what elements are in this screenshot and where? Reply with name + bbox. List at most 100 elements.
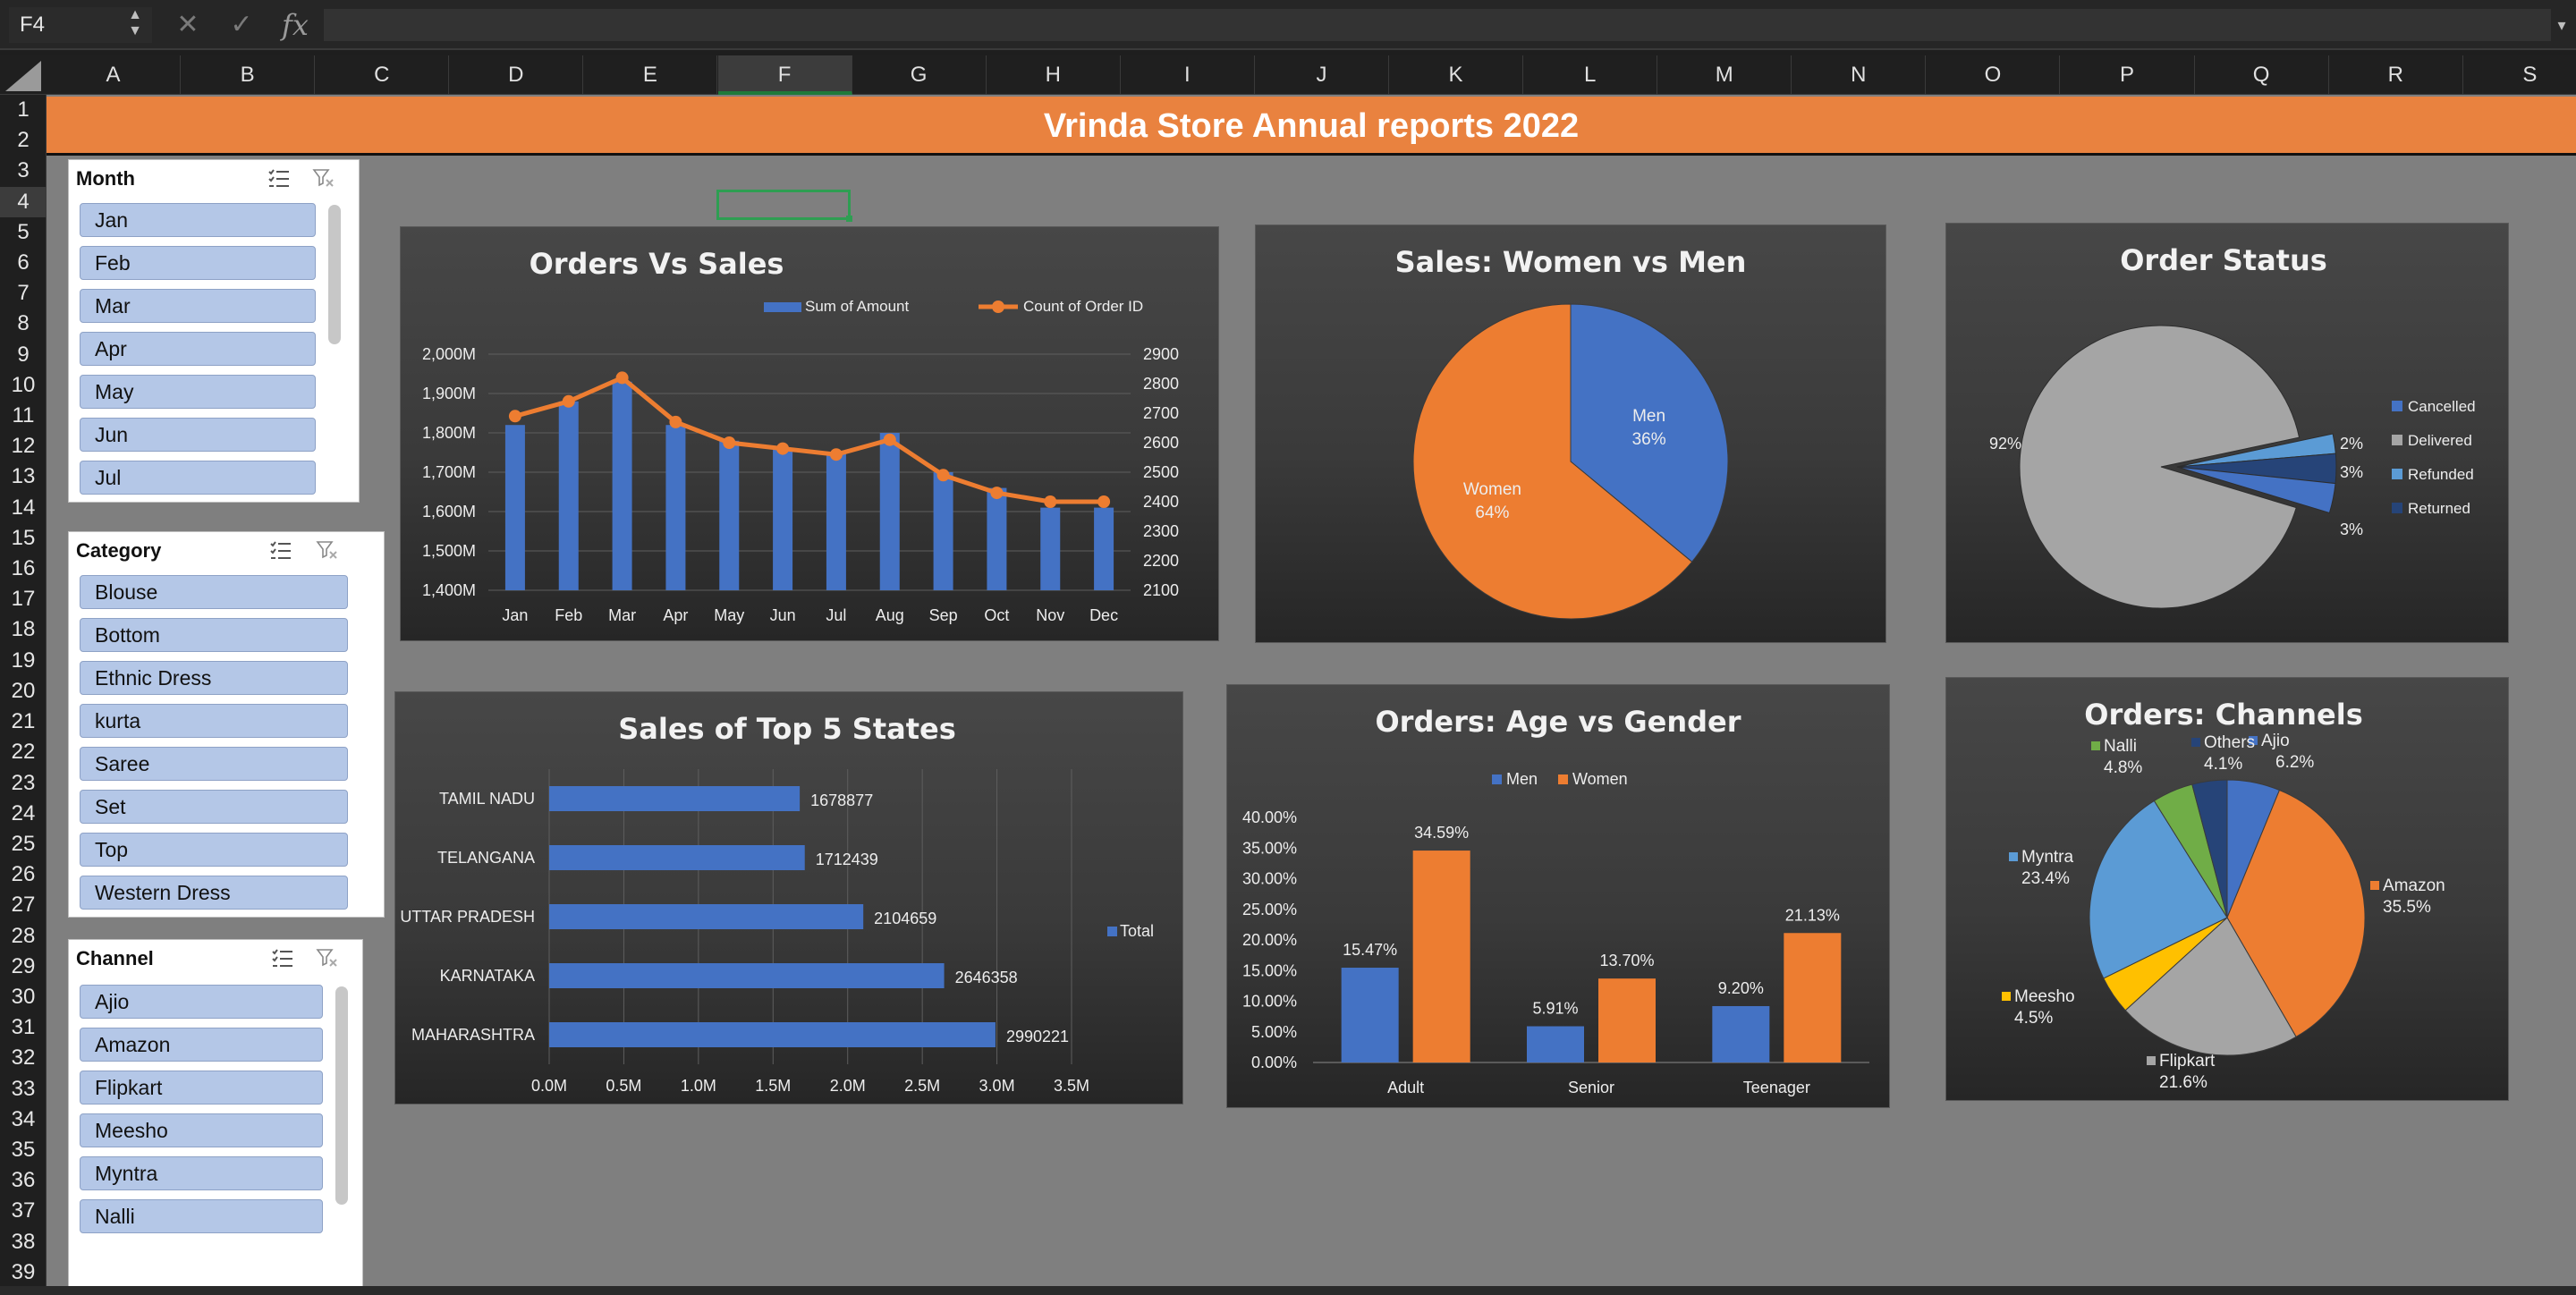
bar-sum-of-amount-feb[interactable] [558, 401, 579, 590]
column-header-i[interactable]: I [1121, 55, 1255, 95]
row-header-31[interactable]: 31 [0, 1012, 47, 1043]
point-count-of-order-id-dec[interactable] [1097, 495, 1111, 508]
column-header-a[interactable]: A [47, 55, 182, 95]
slicer-item-nalli[interactable]: Nalli [80, 1199, 323, 1233]
row-header-25[interactable]: 25 [0, 829, 47, 859]
row-header-23[interactable]: 23 [0, 768, 47, 799]
column-header-k[interactable]: K [1389, 55, 1524, 95]
slicer-scrollbar[interactable] [328, 205, 341, 344]
column-header-e[interactable]: E [583, 55, 718, 95]
bar-men-senior[interactable] [1527, 1026, 1584, 1062]
row-header-20[interactable]: 20 [0, 676, 47, 707]
row-header-12[interactable]: 12 [0, 431, 47, 461]
column-header-g[interactable]: G [852, 55, 987, 95]
row-header-15[interactable]: 15 [0, 523, 47, 554]
bar-sum-of-amount-sep[interactable] [933, 472, 953, 590]
column-header-h[interactable]: H [987, 55, 1121, 95]
slicer-item-kurta[interactable]: kurta [80, 704, 348, 738]
row-header-17[interactable]: 17 [0, 584, 47, 614]
clear-filter-icon[interactable] [312, 167, 335, 189]
slicer-item-flipkart[interactable]: Flipkart [80, 1071, 323, 1105]
row-header-35[interactable]: 35 [0, 1135, 47, 1165]
row-header-10[interactable]: 10 [0, 370, 47, 401]
slicer-item-blouse[interactable]: Blouse [80, 575, 348, 609]
formula-input[interactable] [324, 9, 2551, 41]
multi-select-icon[interactable] [271, 947, 294, 969]
bar-sum-of-amount-may[interactable] [719, 440, 740, 590]
orders-vs-sales-chart[interactable]: Orders Vs Sales Sum of Amount Count of Ord… [401, 227, 1218, 640]
row-header-13[interactable]: 13 [0, 461, 47, 492]
slicer-item-feb[interactable]: Feb [80, 246, 316, 280]
row-header-7[interactable]: 7 [0, 278, 47, 309]
worksheet-area[interactable]: Vrinda Store Annual reports 2022 Month J… [47, 95, 2576, 1295]
row-header-4[interactable]: 4 [0, 186, 47, 217]
column-header-n[interactable]: N [1792, 55, 1927, 95]
point-count-of-order-id-apr[interactable] [669, 415, 682, 428]
column-header-b[interactable]: B [181, 55, 316, 95]
point-count-of-order-id-jan[interactable] [508, 410, 521, 423]
bar-sum-of-amount-dec[interactable] [1094, 507, 1114, 590]
slicer-item-mar[interactable]: Mar [80, 289, 316, 323]
column-header-m[interactable]: M [1657, 55, 1792, 95]
bar-telangana[interactable] [549, 845, 805, 870]
orders-age-vs-gender-chart[interactable]: Orders: Age vs Gender Men Women 0.00% 5.00% 1… [1227, 685, 1889, 1107]
slicer-item-may[interactable]: May [80, 375, 316, 409]
cancel-icon[interactable]: ✕ [170, 7, 206, 43]
row-header-14[interactable]: 14 [0, 493, 47, 523]
column-header-p[interactable]: P [2061, 55, 2195, 95]
point-count-of-order-id-oct[interactable] [990, 487, 1004, 500]
bar-uttar-pradesh[interactable] [549, 904, 864, 929]
row-header-22[interactable]: 22 [0, 737, 47, 767]
enter-icon[interactable]: ✓ [224, 7, 259, 43]
row-header-21[interactable]: 21 [0, 707, 47, 737]
expand-formula-bar-icon[interactable]: ▾ [2551, 9, 2572, 41]
row-header-26[interactable]: 26 [0, 859, 47, 890]
bar-maharashtra[interactable] [549, 1022, 996, 1047]
bar-karnataka[interactable] [549, 963, 945, 988]
slicer-item-jan[interactable]: Jan [80, 203, 316, 237]
sales-top-5-states-chart[interactable]: Sales of Top 5 States 0.0M 0.5M 1.0M 1.5M 2.0… [395, 692, 1182, 1104]
bar-men-adult[interactable] [1341, 968, 1399, 1062]
bar-sum-of-amount-jan[interactable] [504, 425, 525, 590]
slicer-item-amazon[interactable]: Amazon [80, 1028, 323, 1062]
row-header-38[interactable]: 38 [0, 1227, 47, 1257]
clear-filter-icon[interactable] [316, 539, 339, 561]
column-header-q[interactable]: Q [2195, 55, 2329, 95]
name-box-stepper-icon[interactable]: ▲ ▼ [125, 7, 145, 43]
point-count-of-order-id-may[interactable] [723, 436, 736, 449]
row-header-36[interactable]: 36 [0, 1165, 47, 1196]
point-count-of-order-id-mar[interactable] [615, 371, 629, 385]
row-header-33[interactable]: 33 [0, 1074, 47, 1105]
point-count-of-order-id-nov[interactable] [1044, 495, 1057, 508]
bar-sum-of-amount-apr[interactable] [665, 425, 686, 590]
row-header-34[interactable]: 34 [0, 1105, 47, 1135]
row-header-1[interactable]: 1 [0, 95, 47, 125]
clear-filter-icon[interactable] [316, 947, 339, 969]
slicer-item-myntra[interactable]: Myntra [80, 1156, 323, 1190]
row-header-37[interactable]: 37 [0, 1196, 47, 1226]
row-header-6[interactable]: 6 [0, 248, 47, 278]
slicer-item-meesho[interactable]: Meesho [80, 1113, 323, 1147]
multi-select-icon[interactable] [269, 539, 292, 561]
point-count-of-order-id-sep[interactable] [936, 469, 950, 482]
row-header-19[interactable]: 19 [0, 646, 47, 676]
multi-select-icon[interactable] [267, 167, 291, 189]
bar-sum-of-amount-oct[interactable] [987, 487, 1007, 590]
bar-men-teenager[interactable] [1712, 1005, 1770, 1062]
bar-sum-of-amount-jun[interactable] [773, 448, 793, 590]
column-header-o[interactable]: O [1926, 55, 2061, 95]
point-count-of-order-id-aug[interactable] [883, 433, 896, 446]
slicer-item-western-dress[interactable]: Western Dress [80, 876, 348, 910]
orders-channels-chart[interactable]: Orders: Channels Ajio 6.2% Amazon 35.5% Flipk… [1946, 678, 2508, 1100]
row-header-32[interactable]: 32 [0, 1043, 47, 1073]
row-header-11[interactable]: 11 [0, 401, 47, 431]
row-header-8[interactable]: 8 [0, 309, 47, 339]
slicer-item-apr[interactable]: Apr [80, 332, 316, 366]
row-header-27[interactable]: 27 [0, 890, 47, 920]
bar-tamil-nadu[interactable] [549, 786, 801, 811]
bar-women-teenager[interactable] [1784, 933, 1842, 1062]
point-count-of-order-id-jul[interactable] [829, 448, 843, 461]
row-header-9[interactable]: 9 [0, 340, 47, 370]
bar-women-adult[interactable] [1412, 851, 1470, 1062]
slicer-item-top[interactable]: Top [80, 833, 348, 867]
